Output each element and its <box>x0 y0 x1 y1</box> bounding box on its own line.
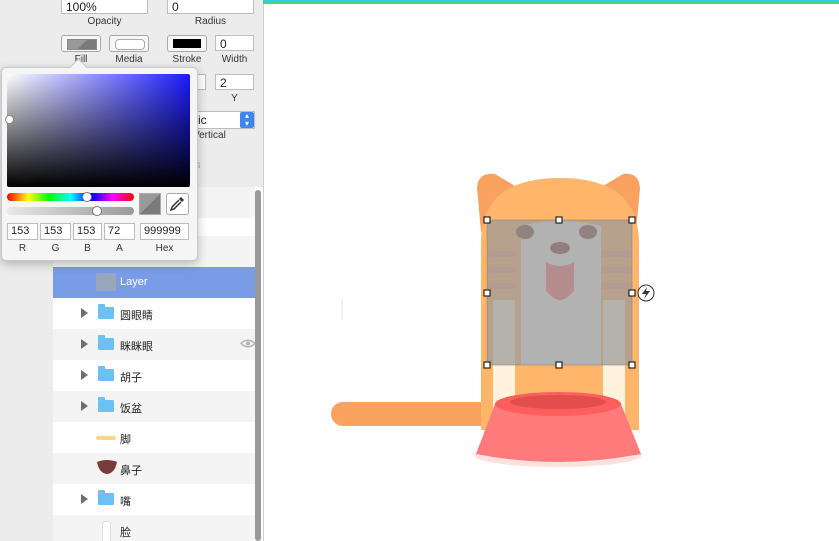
opacity-field[interactable]: 100% <box>61 0 148 14</box>
hex-label: Hex <box>155 243 174 254</box>
layer-row[interactable]: 圆眼睛 <box>53 298 255 329</box>
selected-layer[interactable] <box>483 216 655 369</box>
resize-handle[interactable] <box>555 361 563 369</box>
y-field[interactable]: 2 <box>215 74 254 90</box>
blue-label: B <box>84 243 91 254</box>
stroke-swatch-button[interactable] <box>167 35 207 52</box>
layer-thumbnail <box>96 273 116 291</box>
folder-icon <box>98 366 114 381</box>
layer-row[interactable]: 脸 <box>53 515 255 541</box>
layer-row[interactable]: 眯眯眼 <box>53 329 256 360</box>
layer-row[interactable]: 嘴 <box>53 484 255 515</box>
radius-field[interactable]: 0 <box>167 0 254 14</box>
hex-input[interactable]: 999999 <box>140 223 189 240</box>
red-label: R <box>18 243 27 254</box>
width-label: Width <box>221 54 248 65</box>
green-input[interactable]: 153 <box>40 223 71 240</box>
resize-handle[interactable] <box>483 289 491 297</box>
green-label: G <box>51 243 60 254</box>
disclosure-triangle-icon[interactable] <box>81 339 88 349</box>
vertical-label: Vertical <box>193 130 226 141</box>
disclosure-triangle-icon[interactable] <box>81 308 88 318</box>
fill-swatch-button[interactable] <box>61 35 101 52</box>
eyedropper-button[interactable] <box>166 193 189 215</box>
folder-icon <box>98 397 114 412</box>
stroke-preview <box>173 39 201 48</box>
resize-handle[interactable] <box>483 361 491 369</box>
folder-icon <box>98 335 114 350</box>
lightning-icon[interactable] <box>637 284 655 302</box>
color-picker-popover: 153 153 153 72 999999 R G B A Hex <box>1 58 198 261</box>
media-swatch-button[interactable] <box>109 35 149 52</box>
layer-row[interactable]: 鼻子 <box>53 453 255 484</box>
layer-name: 胡子 <box>120 372 142 384</box>
resize-handle[interactable] <box>483 216 491 224</box>
stroke-label: Stroke <box>172 54 202 65</box>
layer-name: Layer <box>120 276 148 288</box>
shape-thumbnail <box>96 436 116 440</box>
disclosure-triangle-icon[interactable] <box>81 370 88 380</box>
alpha-slider-knob[interactable] <box>92 206 102 216</box>
layer-name: 鼻子 <box>120 465 142 477</box>
layer-name: 脸 <box>120 527 131 539</box>
layer-row-layer[interactable]: Layer <box>53 267 255 298</box>
resize-handle[interactable] <box>628 216 636 224</box>
eyedropper-icon <box>169 197 184 212</box>
red-input[interactable]: 153 <box>7 223 38 240</box>
layer-row[interactable]: 脚 <box>53 422 255 453</box>
width-field[interactable]: 0 <box>215 35 254 51</box>
layer-name: 圆眼睛 <box>120 310 153 322</box>
saturation-brightness-area[interactable] <box>7 74 190 187</box>
guide-line-bottom <box>263 2 839 4</box>
disclosure-triangle-icon[interactable] <box>81 494 88 504</box>
selected-rectangle[interactable] <box>487 220 632 365</box>
folder-icon <box>98 490 114 505</box>
media-label: Media <box>115 54 143 65</box>
layer-name: 饭盆 <box>120 403 142 415</box>
media-preview <box>115 39 145 50</box>
blue-input[interactable]: 153 <box>73 223 102 240</box>
bowl-inner <box>510 395 606 409</box>
folder-icon <box>98 304 114 319</box>
select-chevron-icon: ▴ ▾ <box>240 112 254 128</box>
layer-name: 脚 <box>120 434 131 446</box>
opacity-label: Opacity <box>87 16 122 27</box>
color-picker-knob[interactable] <box>5 115 14 124</box>
fill-preview <box>67 39 97 50</box>
layer-row[interactable]: 饭盆 <box>53 391 255 422</box>
shape-thumbnail <box>102 521 111 541</box>
layer-list-scrollbar[interactable] <box>255 190 261 541</box>
style-select-value: ic <box>198 113 207 127</box>
layer-name: 嘴 <box>120 496 131 508</box>
canvas[interactable] <box>263 0 839 541</box>
color-preview-swatch <box>139 193 161 215</box>
alpha-label: A <box>116 243 123 254</box>
nose-shape-icon <box>97 460 117 474</box>
resize-handle[interactable] <box>628 289 636 297</box>
guide-line-top <box>263 0 839 2</box>
resize-handle[interactable] <box>555 216 563 224</box>
style-select[interactable]: ic ▴ ▾ <box>193 111 255 129</box>
eye-icon[interactable] <box>240 338 256 349</box>
alpha-slider[interactable] <box>7 207 134 215</box>
hue-slider[interactable] <box>7 193 134 201</box>
alpha-input[interactable]: 72 <box>104 223 135 240</box>
hue-slider-knob[interactable] <box>82 192 92 202</box>
layer-name: 眯眯眼 <box>120 341 153 353</box>
disclosure-triangle-icon[interactable] <box>81 401 88 411</box>
layer-row[interactable]: 胡子 <box>53 360 255 391</box>
y-label: Y <box>231 93 238 104</box>
radius-label: Radius <box>194 16 227 27</box>
resize-handle[interactable] <box>628 361 636 369</box>
